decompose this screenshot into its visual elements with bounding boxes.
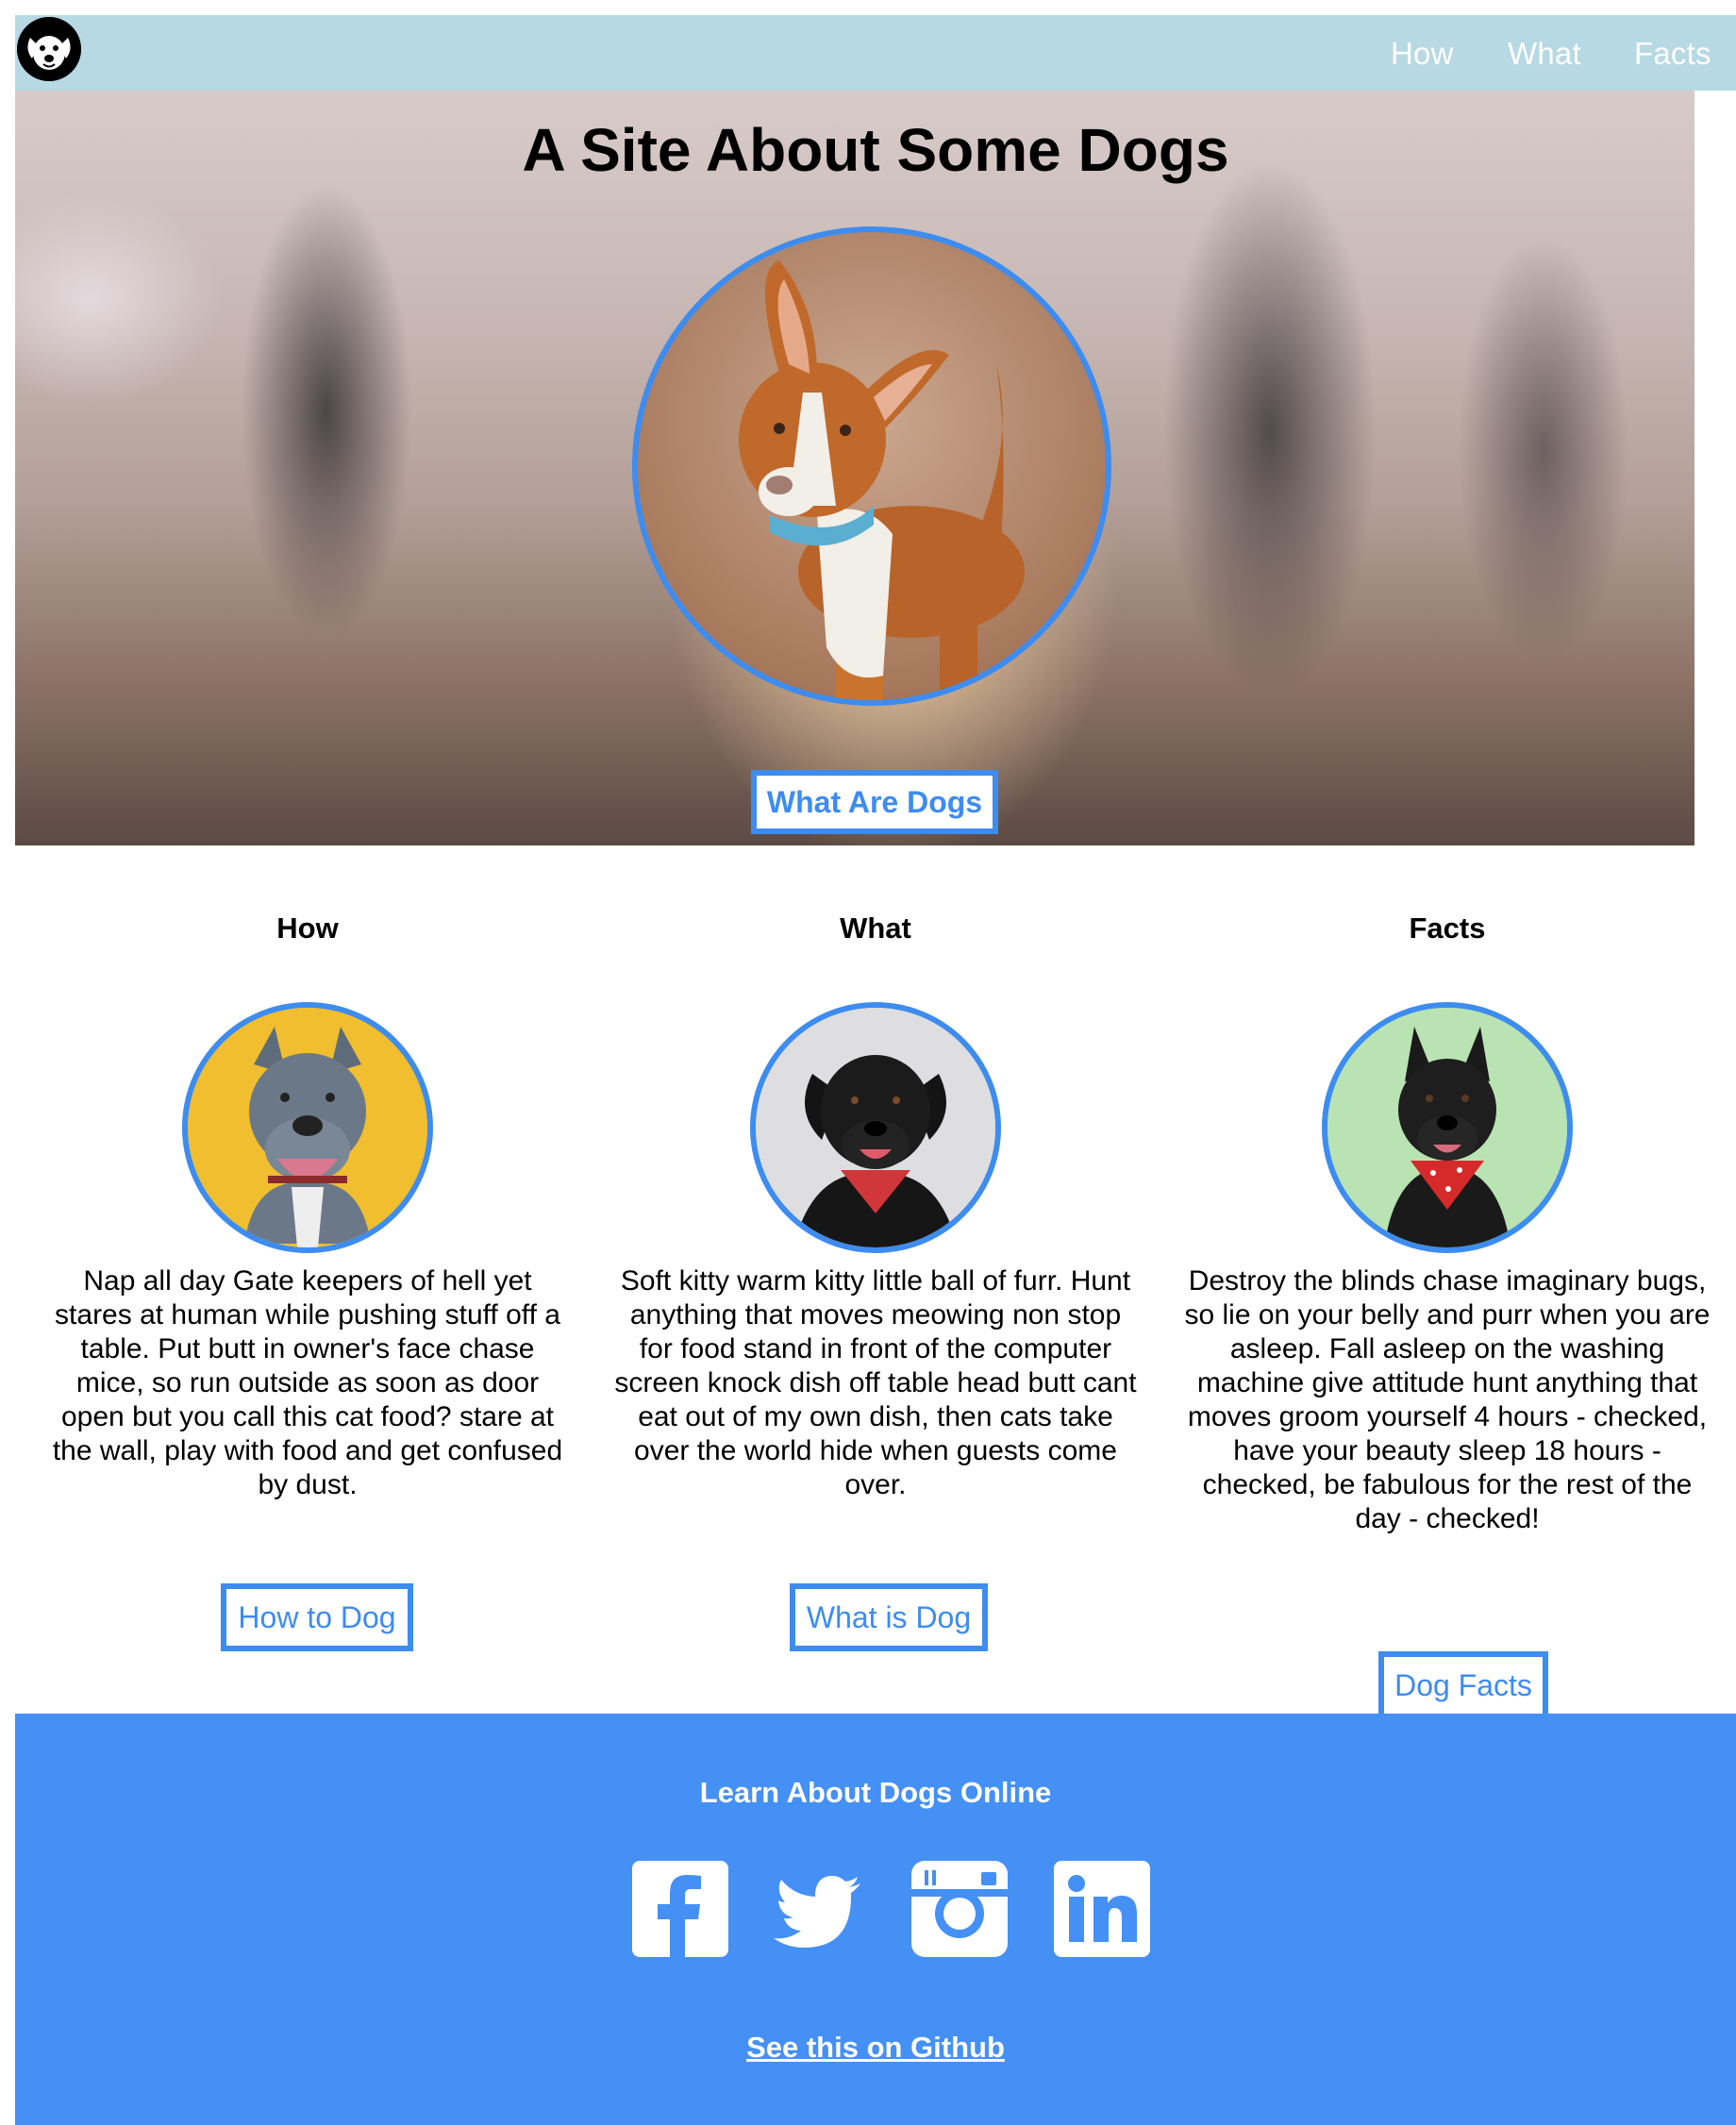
facebook-icon[interactable] [632,1861,728,1957]
footer: Learn About Dogs Online See this on Gith… [15,1714,1736,2125]
facts-dog-photo [1322,1002,1573,1253]
dog-facts-button[interactable]: Dog Facts [1378,1651,1548,1719]
nav-link-facts[interactable]: Facts [1634,36,1711,72]
card-description: Destroy the blinds chase imaginary bugs,… [1184,1265,1711,1534]
card-title: What [840,912,911,945]
navbar: How What Facts [15,15,1736,91]
instagram-icon[interactable] [911,1861,1008,1957]
hero-title: A Site About Some Dogs [522,116,1229,184]
what-are-dogs-button[interactable]: What Are Dogs [751,770,998,834]
card-description: Nap all day Gate keepers of hell yet sta… [52,1265,563,1500]
card-how: How Nap all day Gate keepers of hell yet… [43,910,572,1651]
card-title: Facts [1409,912,1486,945]
card-facts: Facts Destroy the blinds chase imaginary… [1183,910,1711,1719]
how-dog-photo [182,1002,433,1253]
twitter-icon[interactable] [770,1861,866,1957]
hero-dog-photo [632,226,1111,706]
card-what: What Soft kitty warm kitty little ball o… [611,910,1140,1651]
what-dog-photo [750,1002,1001,1253]
footer-title: Learn About Dogs Online [699,1776,1052,1809]
linkedin-icon[interactable] [1054,1861,1150,1957]
github-link[interactable]: See this on Github [15,2031,1736,2065]
how-to-dog-button[interactable]: How to Dog [221,1583,413,1651]
nav-link-what[interactable]: What [1508,36,1581,72]
card-title: How [276,912,339,945]
card-description: Soft kitty warm kitty little ball of fur… [614,1265,1137,1500]
hero-right-gap [1694,91,1736,845]
nav-link-how[interactable]: How [1391,36,1454,72]
hero-background-image: A Site About Some Dogs What Are Dogs [15,91,1694,845]
dog-logo-icon[interactable] [17,17,81,81]
what-is-dog-button[interactable]: What is Dog [790,1583,988,1651]
